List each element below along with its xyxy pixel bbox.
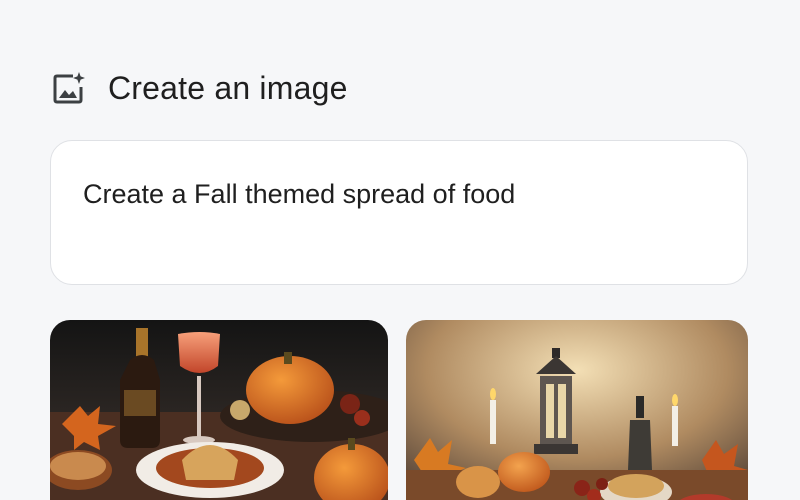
prompt-input[interactable]: Create a Fall themed spread of food bbox=[50, 140, 748, 285]
generated-image-1[interactable] bbox=[50, 320, 388, 500]
page-title: Create an image bbox=[108, 70, 348, 106]
create-image-page: Create an image Create a Fall themed spr… bbox=[0, 0, 800, 500]
page-header: Create an image bbox=[52, 64, 348, 112]
prompt-text: Create a Fall themed spread of food bbox=[83, 179, 516, 209]
image-sparkle-icon bbox=[52, 71, 86, 105]
generated-image-2[interactable] bbox=[406, 320, 748, 500]
